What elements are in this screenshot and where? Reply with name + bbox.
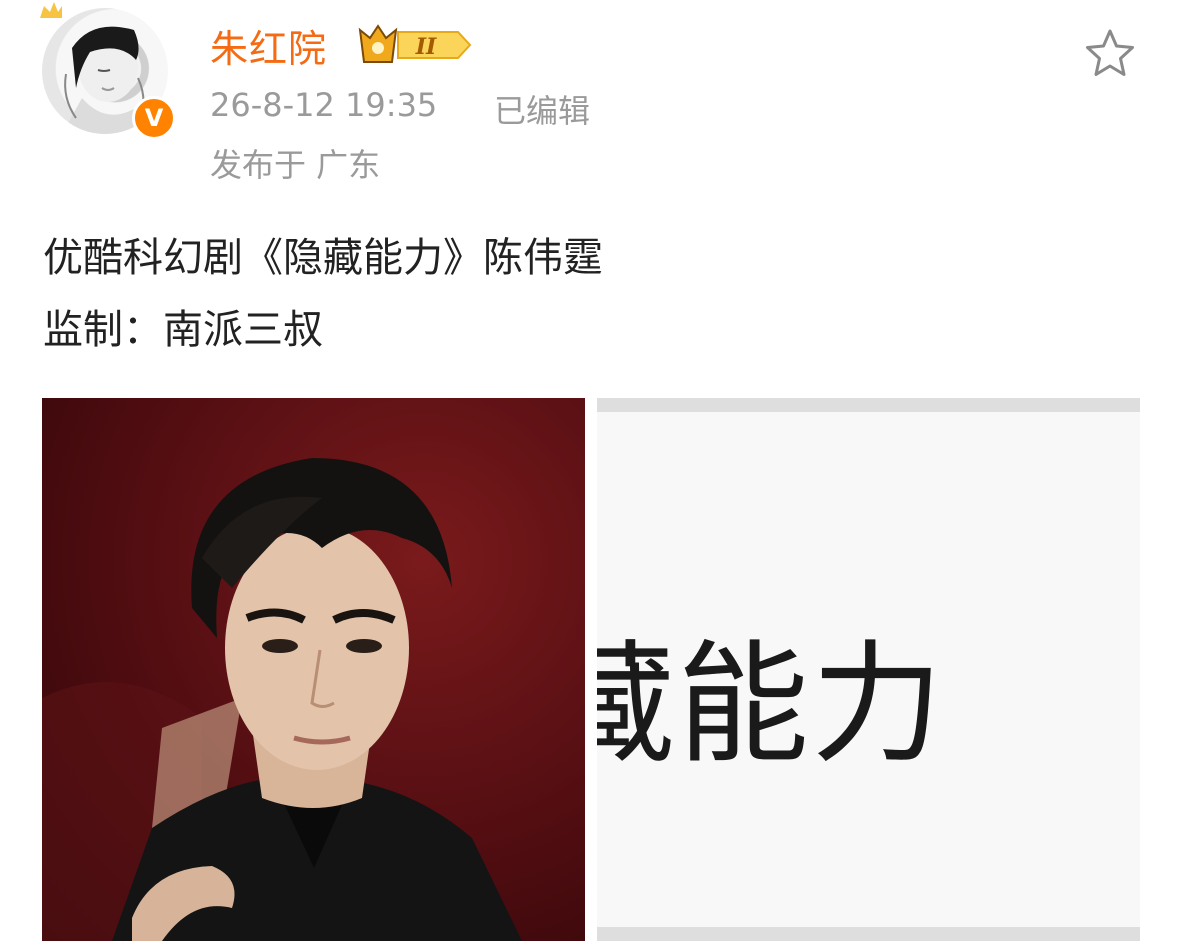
post-timestamp: 26-8-12 19:35 bbox=[210, 86, 438, 124]
member-level-badge-icon[interactable]: II bbox=[358, 22, 472, 68]
image-bottom-border bbox=[597, 927, 1140, 941]
post-image-title-card[interactable]: 藏能力 bbox=[597, 398, 1140, 941]
portrait-photo-icon bbox=[42, 458, 522, 941]
edited-label[interactable]: 已编辑 bbox=[494, 86, 590, 132]
author-avatar-group[interactable]: V bbox=[38, 0, 178, 140]
post-text: 优酷科幻剧《隐藏能力》陈伟霆 监制：南派三叔 bbox=[43, 222, 603, 366]
image-overlay-title: 藏能力 bbox=[597, 628, 945, 782]
post-image-portrait[interactable] bbox=[42, 398, 585, 941]
post-text-line: 监制：南派三叔 bbox=[43, 307, 323, 353]
verified-badge: V bbox=[132, 96, 176, 140]
author-name[interactable]: 朱红院 bbox=[210, 18, 327, 73]
image-top-border bbox=[597, 398, 1140, 412]
post-location: 发布于 广东 bbox=[210, 146, 381, 184]
member-level-text: II bbox=[415, 34, 437, 60]
favorite-star-icon[interactable] bbox=[1084, 28, 1136, 78]
post-text-line: 优酷科幻剧《隐藏能力》陈伟霆 bbox=[43, 235, 603, 281]
